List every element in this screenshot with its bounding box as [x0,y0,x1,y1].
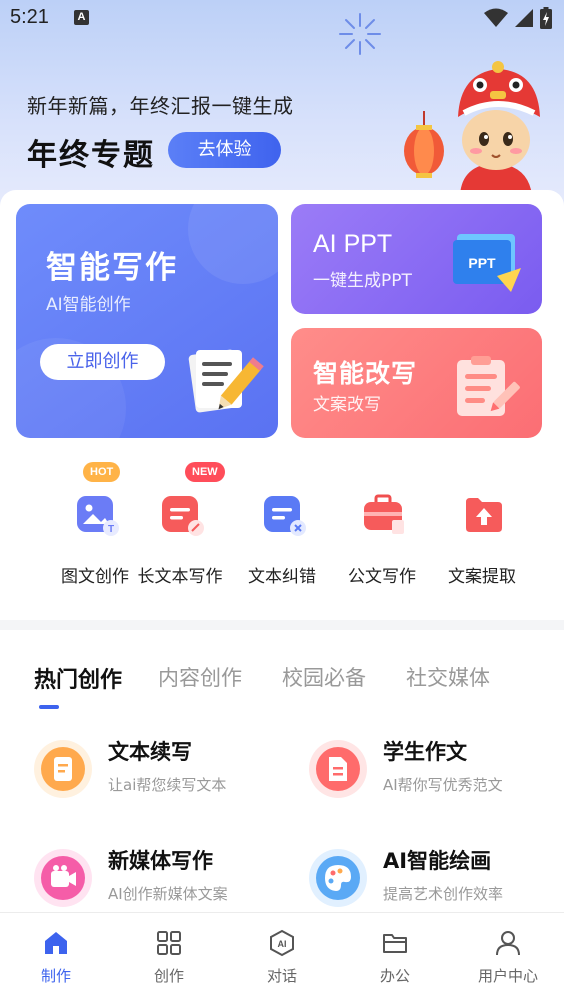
image-text-icon: T [77,496,119,536]
active-tab-indicator [39,705,59,709]
quick-tools-row: HOT T 图文创作 NEW 长文本写作 文本纠错 公文写作 文案提取 [0,462,564,592]
tool-label: 文本纠错 [248,567,316,587]
tool-copy-extraction[interactable]: 文案提取 [432,462,532,592]
hot-badge: HOT [83,462,121,482]
banner-title: 年终专题 [27,138,155,173]
nav-chat[interactable]: AI 对话 [226,913,338,1002]
briefcase-icon [364,494,404,534]
nav-label: 用户中心 [477,967,538,985]
nav-label: 制作 [40,967,71,985]
new-badge: NEW [185,462,225,482]
bottom-navigation: 制作 创作 AI 对话 办公 用户中心 [0,912,564,1002]
tab-content-creation[interactable]: 内容创作 [158,662,242,692]
tool-label: 长文本写作 [137,567,223,587]
smart-rewrite-title: 智能改写 [313,359,418,388]
paper-pencil-icon [188,349,264,413]
continue-writing-icon [34,740,92,798]
nav-office[interactable]: 办公 [339,913,451,1002]
nav-label: 办公 [379,967,410,985]
feature-desc: AI创作新媒体文案 [108,885,228,903]
nav-label: 创作 [153,967,184,985]
notification-icon: A [74,10,89,25]
video-camera-icon [34,849,92,907]
feature-student-essay[interactable]: 学生作文 AI帮你写优秀范文 [309,736,559,806]
folder-icon [383,934,407,953]
ai-chat-icon: AI [270,929,294,957]
nav-make[interactable]: 制作 [0,913,112,1002]
feature-title: 新媒体写作 [108,849,213,873]
ppt-icon: PPT [453,234,521,292]
nav-create[interactable]: 创作 [113,913,225,1002]
ppt-icon-text: PPT [468,255,496,271]
status-time: 5:21 [10,6,49,28]
text-correct-icon [264,496,306,536]
tool-text-correction[interactable]: 文本纠错 [232,462,332,592]
feature-new-media-writing[interactable]: 新媒体写作 AI创作新媒体文案 [34,845,284,915]
lion-dance-mascot-illustration [404,61,540,195]
category-tabs: 热门创作 内容创作 校园必备 社交媒体 [0,662,564,712]
feature-continue-writing[interactable]: 文本续写 让ai帮您续写文本 [34,736,284,806]
smart-rewrite-subtitle: 文案改写 [313,395,381,415]
tab-campus-essentials[interactable]: 校园必备 [282,662,366,692]
tab-hot-creation[interactable]: 热门创作 [34,662,122,694]
feature-ai-painting[interactable]: AI智能绘画 提高艺术创作效率 [309,845,559,915]
battery-charging-icon [540,7,552,29]
feature-title: AI智能绘画 [383,849,492,873]
feature-title: 文本续写 [108,740,192,764]
palette-icon [309,849,367,907]
home-icon [45,932,67,954]
svg-text:T: T [108,524,114,535]
nav-label: 对话 [266,967,297,985]
smart-writing-title: 智能写作 [46,250,178,286]
section-divider [0,620,564,630]
status-bar: 5:21 A [0,0,564,38]
signal-icon [515,9,533,27]
tool-label: 文案提取 [448,567,516,587]
feature-title: 学生作文 [383,740,467,764]
svg-text:AI: AI [278,939,287,949]
folder-upload-icon [466,498,502,532]
create-now-button[interactable]: 立即创作 [40,344,165,380]
user-icon [496,931,520,956]
try-now-button[interactable]: 去体验 [168,132,281,168]
ai-ppt-subtitle: 一键生成PPT [313,271,412,291]
ai-ppt-title: AI PPT [313,230,393,258]
clipboard-edit-icon [457,356,520,416]
feature-desc: 让ai帮您续写文本 [108,776,227,794]
grid-icon [157,931,181,955]
long-text-icon [162,496,204,536]
smart-writing-subtitle: AI智能创作 [46,295,131,315]
nav-user-center[interactable]: 用户中心 [452,913,564,1002]
essay-icon [309,740,367,798]
smart-writing-card[interactable]: 智能写作 AI智能创作 立即创作 [16,204,278,438]
ai-ppt-card[interactable]: AI PPT 一键生成PPT PPT [291,204,542,314]
smart-rewrite-card[interactable]: 智能改写 文案改写 [291,328,542,438]
feature-desc: 提高艺术创作效率 [383,885,504,903]
wifi-icon [484,8,508,27]
feature-desc: AI帮你写优秀范文 [383,776,503,794]
tab-social-media[interactable]: 社交媒体 [406,662,490,692]
tool-label: 公文写作 [348,567,416,587]
banner-subtitle: 新年新篇，年终汇报一键生成 [27,94,294,118]
tool-official-writing[interactable]: 公文写作 [332,462,432,592]
tool-long-text-writing[interactable]: NEW 长文本写作 [130,462,230,592]
